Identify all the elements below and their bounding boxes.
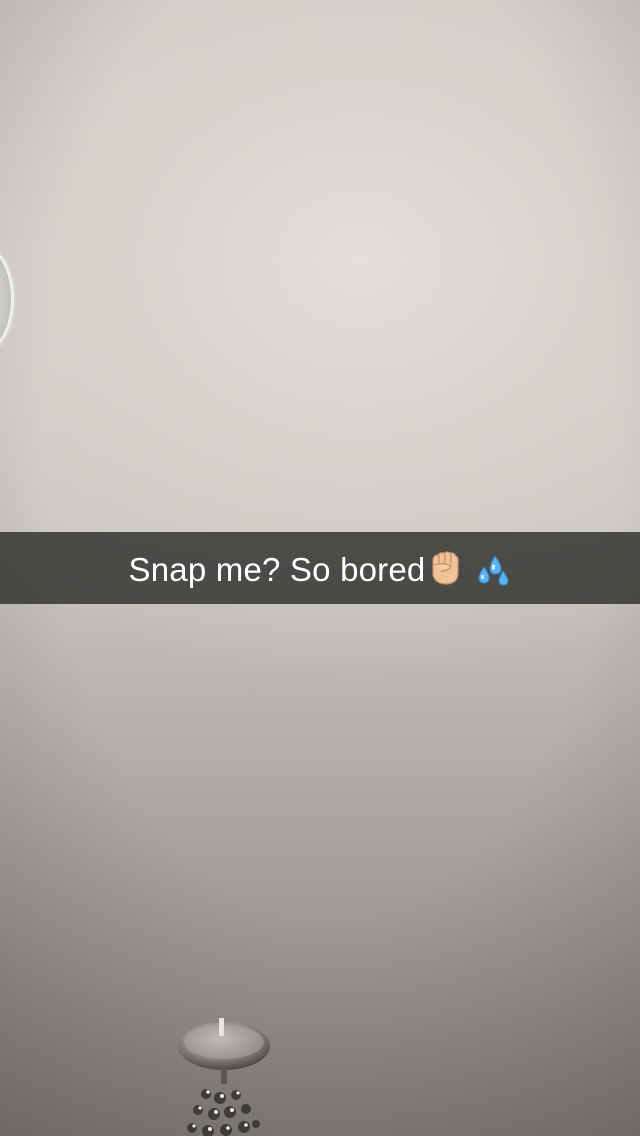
ceiling-light-fixture xyxy=(158,1012,278,1136)
caption-bar[interactable]: Snap me? So bored xyxy=(0,532,640,604)
caption-text: Snap me? So bored xyxy=(129,549,512,589)
sweat-droplets-icon xyxy=(475,553,511,587)
raised-fist-icon xyxy=(427,549,463,587)
caption-label: Snap me? So bored xyxy=(128,551,426,588)
snap-photo[interactable]: Snap me? So bored xyxy=(0,0,640,1136)
